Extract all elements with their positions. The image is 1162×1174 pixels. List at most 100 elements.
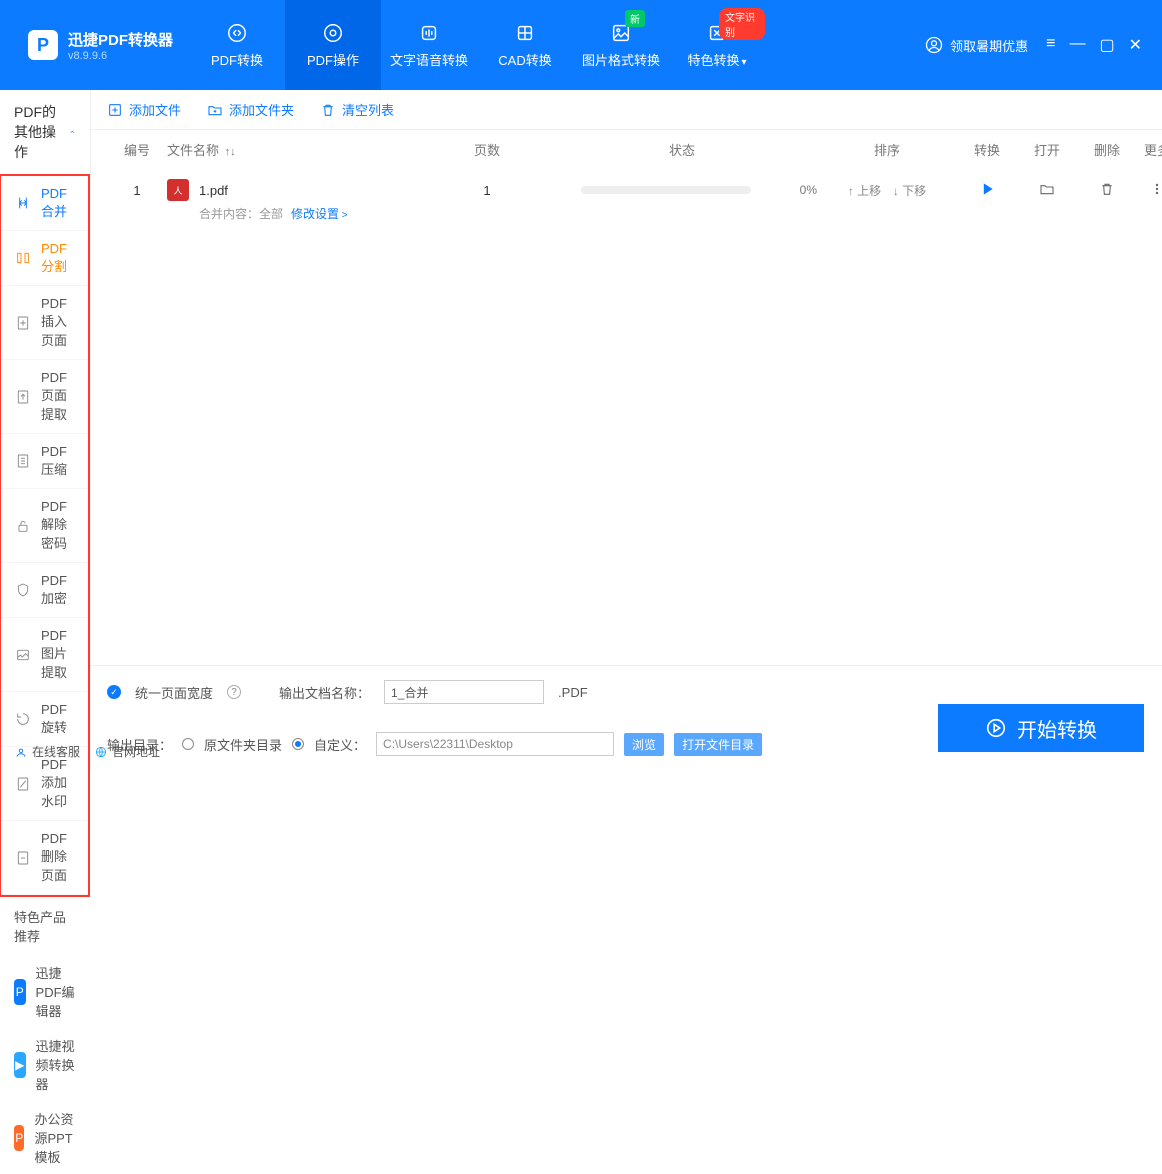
sidebar-item-merge[interactable]: PDF合并 (1, 176, 88, 231)
move-up-button[interactable]: ↑ 上移 (848, 184, 881, 198)
move-down-button[interactable]: ↓ 下移 (893, 184, 926, 198)
image-extract-icon (15, 647, 31, 663)
custom-path-input[interactable] (376, 732, 614, 756)
extract-icon (15, 389, 31, 405)
browse-button[interactable]: 浏览 (624, 733, 664, 756)
unlock-icon (15, 518, 31, 534)
recommend-video-converter[interactable]: ▶迅捷视频转换器 (0, 1028, 90, 1101)
row-pages: 1 (427, 183, 547, 198)
play-icon (979, 181, 995, 197)
split-icon (15, 250, 31, 266)
radio-custom-dir[interactable] (292, 738, 304, 750)
col-order: 排序 (817, 140, 957, 159)
trash-icon (320, 102, 336, 118)
badge-ocr: 文字识别 (719, 8, 765, 40)
convert-icon (226, 22, 248, 44)
help-icon[interactable]: ? (227, 685, 241, 699)
app-header: P 迅捷PDF转换器 v8.9.9.6 PDF转换 PDF操作 文字语音转换 C… (0, 0, 1162, 90)
rotate-icon (15, 711, 31, 727)
modify-settings-link[interactable]: 修改设置 (291, 205, 348, 222)
audio-icon (418, 22, 440, 44)
sidebar-item-img-extract[interactable]: PDF图片提取 (1, 618, 88, 692)
uniform-width-label: 统一页面宽度 (135, 683, 213, 702)
col-filename[interactable]: 文件名称 ↑↓ (167, 140, 427, 159)
uniform-width-checkbox[interactable]: ✓ (107, 685, 121, 699)
gear-icon (322, 22, 344, 44)
col-convert: 转换 (957, 140, 1017, 159)
row-sub-info: 合并内容：全部 修改设置 (107, 205, 1162, 222)
watermark-icon (15, 776, 31, 792)
table-header: 编号 文件名称 ↑↓ 页数 状态 排序 转换 打开 删除 更多 (91, 130, 1162, 169)
sidebar-item-encrypt[interactable]: PDF加密 (1, 563, 88, 618)
official-site-link[interactable]: 官网地址 (94, 743, 160, 760)
row-convert-button[interactable] (957, 181, 1017, 200)
toolbar: 添加文件 添加文件夹 清空列表 (91, 90, 1162, 130)
minimize-icon[interactable]: — (1069, 35, 1085, 55)
nav-tts[interactable]: 文字语音转换 (381, 0, 477, 90)
user-circle-icon (924, 35, 944, 55)
sidebar-section-header[interactable]: PDF的其他操作 (0, 90, 90, 175)
sidebar-item-unlock[interactable]: PDF解除密码 (1, 489, 88, 563)
sort-icon: ↑↓ (225, 146, 236, 158)
app-logo-icon: P (28, 30, 58, 60)
nav-image[interactable]: 新 图片格式转换 (573, 0, 669, 90)
maximize-icon[interactable]: ▢ (1099, 35, 1114, 55)
sidebar-item-split[interactable]: PDF分割 (1, 231, 88, 286)
compress-icon (15, 453, 31, 469)
recommend-ppt-template[interactable]: P办公资源PPT模板 (0, 1101, 90, 1174)
cad-icon (514, 22, 536, 44)
nav-pdf-convert[interactable]: PDF转换 (189, 0, 285, 90)
add-file-button[interactable]: 添加文件 (107, 100, 181, 119)
radio-orig-dir[interactable] (182, 738, 194, 750)
nav-special[interactable]: 文字识别 特色转换▾ (669, 0, 765, 90)
col-more: 更多 (1137, 140, 1162, 159)
row-open-button[interactable] (1017, 181, 1077, 200)
table-row[interactable]: 1 人1.pdf 1 0% ↑ 上移 ↓ 下移 (107, 169, 1162, 205)
sidebar: PDF的其他操作 PDF合并 PDF分割 PDF插入页面 PDF页面提取 PDF… (0, 90, 91, 770)
promo-link[interactable]: 领取暑期优惠 (924, 35, 1028, 55)
badge-new: 新 (625, 10, 645, 27)
clear-list-button[interactable]: 清空列表 (320, 100, 394, 119)
custom-label: 自定义： (314, 735, 366, 754)
row-filename: 人1.pdf (167, 179, 427, 201)
more-vertical-icon (1149, 181, 1162, 197)
top-nav: PDF转换 PDF操作 文字语音转换 CAD转换 新 图片格式转换 文字识别 特… (189, 0, 765, 90)
chevron-up-icon (69, 126, 76, 138)
logo-block: P 迅捷PDF转换器 v8.9.9.6 (0, 29, 189, 62)
menu-icon[interactable]: ≡ (1046, 35, 1055, 55)
sidebar-recommend: 特色产品推荐 P迅捷PDF编辑器 ▶迅捷视频转换器 P办公资源PPT模板 (0, 897, 90, 1174)
row-index: 1 (107, 183, 167, 198)
online-service-link[interactable]: 在线客服 (14, 743, 80, 760)
start-convert-button[interactable]: 开始转换 (938, 704, 1144, 752)
sidebar-item-insert[interactable]: PDF插入页面 (1, 286, 88, 360)
sidebar-item-delete-page[interactable]: PDF删除页面 (1, 821, 88, 895)
video-converter-icon: ▶ (14, 1052, 26, 1078)
orig-dir-label: 原文件夹目录 (204, 735, 282, 754)
shield-icon (15, 582, 31, 598)
col-delete: 删除 (1077, 140, 1137, 159)
recommend-pdf-editor[interactable]: P迅捷PDF编辑器 (0, 955, 90, 1028)
sidebar-item-extract[interactable]: PDF页面提取 (1, 360, 88, 434)
insert-icon (15, 315, 31, 331)
pdf-file-icon: 人 (167, 179, 189, 201)
headset-icon (14, 745, 28, 759)
globe-icon (94, 745, 108, 759)
out-ext-label: .PDF (558, 685, 588, 700)
row-delete-button[interactable] (1077, 181, 1137, 200)
nav-cad[interactable]: CAD转换 (477, 0, 573, 90)
folder-plus-icon (207, 102, 223, 118)
app-title: 迅捷PDF转换器 (68, 29, 173, 50)
add-folder-button[interactable]: 添加文件夹 (207, 100, 294, 119)
pdf-editor-icon: P (14, 979, 26, 1005)
close-icon[interactable]: ✕ (1129, 35, 1142, 55)
out-name-input[interactable] (384, 680, 544, 704)
app-version: v8.9.9.6 (68, 50, 173, 62)
sidebar-item-compress[interactable]: PDF压缩 (1, 434, 88, 489)
merge-icon (15, 195, 31, 211)
recommend-header: 特色产品推荐 (0, 897, 90, 955)
open-dir-button[interactable]: 打开文件目录 (674, 733, 762, 756)
sidebar-footer: 在线客服 官网地址 (14, 743, 192, 760)
row-more-button[interactable] (1137, 181, 1162, 200)
nav-pdf-operate[interactable]: PDF操作 (285, 0, 381, 90)
sidebar-item-rotate[interactable]: PDF旋转 (1, 692, 88, 747)
